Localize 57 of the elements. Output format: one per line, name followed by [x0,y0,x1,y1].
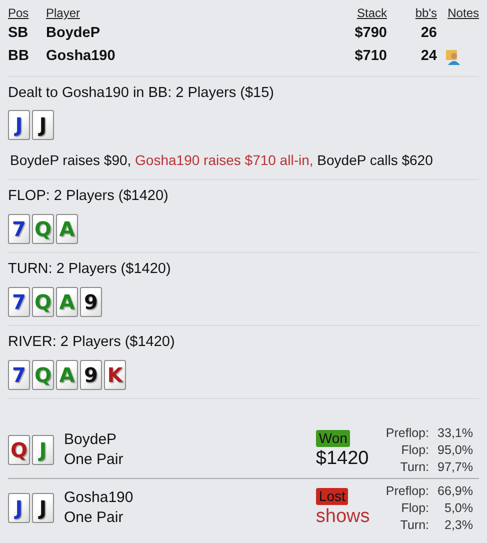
playing-card: 9 [80,360,102,390]
street-title: RIVER: 2 Players ($1420) [8,332,176,352]
person-note-icon[interactable] [445,49,461,66]
equity-label: Turn: [399,516,429,534]
table-cell-text: 24 [420,46,437,66]
result-badge: Won [316,430,350,446]
table-cell-text: SB [8,24,30,43]
hand-rank: One Pair [64,450,124,470]
playing-card: J [8,493,30,523]
column-header: Notes [446,5,479,22]
equity-label: Turn: [399,458,429,476]
playing-card: J [32,493,54,523]
playing-card: 7 [8,286,30,317]
table-cell-text: $790 [354,24,387,43]
equity-label: Flop: [400,500,429,516]
table-cell-text: BB [8,46,30,66]
equity-value: 97,7% [436,458,473,476]
playing-card: A [56,214,78,244]
playing-card: A [56,286,78,317]
equity-value: 95,0% [436,442,473,458]
equity-value: 66,9% [436,482,473,500]
table-cell-text: Gosha190 [46,46,116,66]
equity-value: 2,3% [444,516,473,534]
playing-card: Q [8,435,30,465]
equity-value: 33,1% [436,424,473,442]
playing-card: Q [32,360,54,390]
result-amount: shows [316,504,370,528]
hand-rank: One Pair [64,508,124,528]
column-header: Stack [356,5,387,22]
result-badge: Lost [316,488,348,504]
equity-label: Preflop: [386,482,429,500]
playing-card: J [32,110,54,140]
equity-value: 5,0% [444,500,473,516]
table-cell-text: $710 [354,46,387,66]
street-title: Dealt to Gosha190 in BB: 2 Players ($15) [8,84,275,102]
table-cell-text: BoydeP [46,24,101,43]
player-name: BoydeP [64,430,118,450]
result-amount: $1420 [316,446,369,470]
street-title: FLOP: 2 Players ($1420) [8,187,170,206]
playing-card: A [56,360,78,390]
street-title: TURN: 2 Players ($1420) [8,260,172,279]
playing-card: 7 [8,214,30,244]
table-cell-text: 26 [420,24,437,43]
playing-card: 9 [80,286,102,317]
column-header: bb's [414,5,437,22]
column-header: Player [46,5,82,22]
playing-card: Q [32,214,54,244]
action-line: BoydeP raises $90, Gosha190 raises $710 all-in, BoydeP calls $620 [10,151,434,170]
playing-card: J [32,435,54,465]
playing-card: K [104,360,126,390]
equity-label: Flop: [400,442,429,458]
player-name: Gosha190 [64,488,134,508]
playing-card: 7 [8,360,30,390]
equity-label: Preflop: [386,424,429,442]
column-header: Pos [8,5,30,22]
playing-card: J [8,110,30,140]
playing-card: Q [32,286,54,317]
